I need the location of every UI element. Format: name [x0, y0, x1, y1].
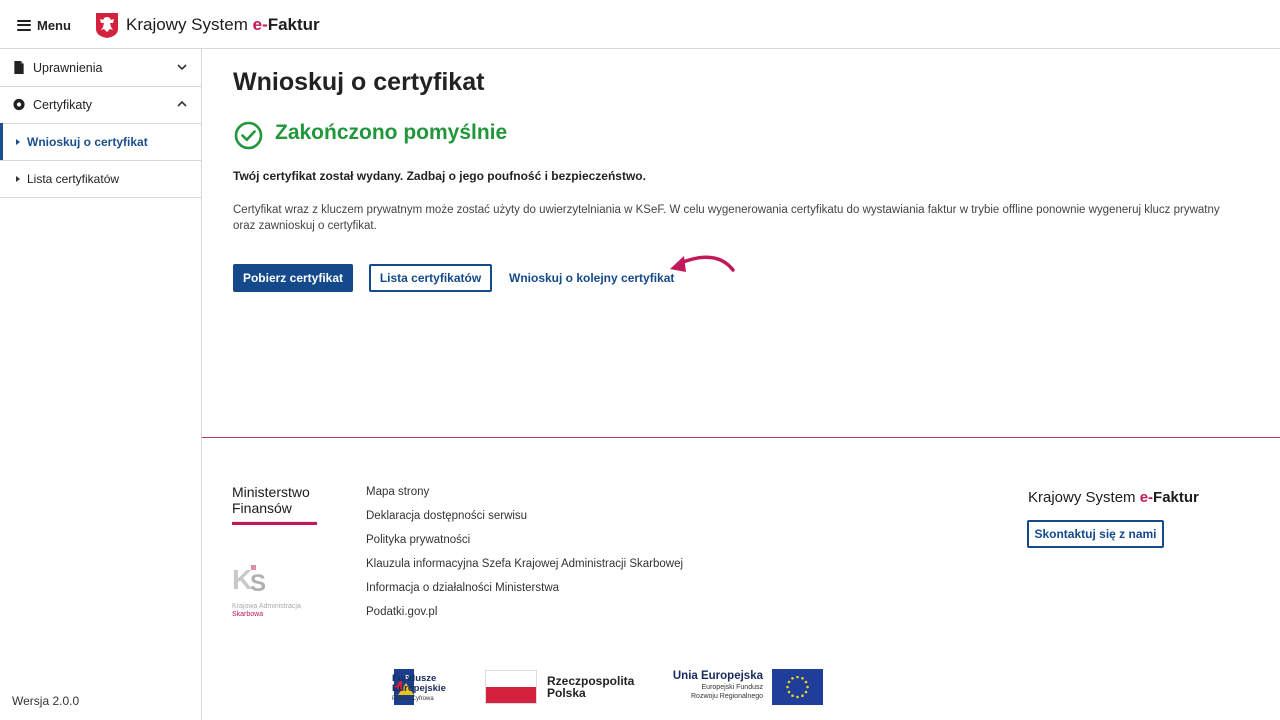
- chevron-down-icon: [177, 64, 187, 71]
- contact-button[interactable]: Skontaktuj się z nami: [1027, 520, 1164, 548]
- ministry-line: Ministerstwo: [232, 484, 310, 500]
- sidebar-item-certyfikaty[interactable]: Certyfikaty: [0, 86, 201, 123]
- success-description: Certyfikat wraz z kluczem prywatnym może…: [233, 204, 1220, 232]
- brand-e: e-: [252, 15, 268, 34]
- footer-brand: Krajowy System e-Faktur: [1028, 489, 1199, 506]
- sidebar-divider: [0, 197, 201, 198]
- kas-text: Krajowa Administracja: [232, 603, 301, 610]
- polish-eagle-icon: [96, 13, 118, 38]
- caret-right-icon: [16, 175, 20, 182]
- kas-text: Skarbowa: [232, 611, 264, 618]
- footer-link-accessibility[interactable]: Deklaracja dostępności serwisu: [366, 510, 683, 534]
- footer-links: Mapa strony Deklaracja dostępności serwi…: [366, 486, 683, 630]
- page-title: Wnioskuj o certyfikat: [233, 68, 485, 96]
- app-version: Wersja 2.0.0: [12, 694, 80, 708]
- success-lead: Twój certyfikat został wydany. Zadbaj o …: [233, 169, 646, 183]
- sidebar-subitem-label: Wnioskuj o certyfikat: [27, 134, 148, 149]
- top-bar: Menu Krajowy System e-Faktur: [0, 0, 1280, 49]
- brand-e: e-: [1139, 489, 1154, 506]
- sidebar-subitem-wnioskuj[interactable]: Wnioskuj o certyfikat: [0, 123, 201, 160]
- kas-logo[interactable]: K S Krajowa Administracja Skarbowa: [232, 562, 327, 618]
- sidebar: Uprawnienia Certyfikaty Wnioskuj o certy…: [0, 49, 202, 720]
- rp-line: Polska: [547, 686, 586, 700]
- caret-right-icon: [16, 138, 20, 145]
- polish-flag-icon: [485, 670, 537, 704]
- document-icon: [14, 61, 24, 74]
- footer-link-site-map[interactable]: Mapa strony: [366, 486, 683, 510]
- eu-sub: Europejski Fundusz: [701, 684, 763, 691]
- ministry-logo[interactable]: Ministerstwo Finansów: [232, 484, 310, 516]
- ministry-logo-underline: [232, 521, 317, 525]
- certificate-list-button[interactable]: Lista certyfikatów: [369, 264, 492, 292]
- hamburger-icon: [17, 19, 31, 31]
- eu-flag-icon: [772, 669, 823, 705]
- eu-label: Unia Europejska Europejski Fundusz Rozwo…: [660, 670, 763, 701]
- download-certificate-button[interactable]: Pobierz certyfikat: [233, 264, 353, 292]
- request-next-certificate-link[interactable]: Wnioskuj o kolejny certyfikat: [509, 271, 674, 285]
- chevron-up-icon: [177, 100, 187, 107]
- fe-line: Europejskie: [392, 683, 446, 694]
- sidebar-item-label: Uprawnienia: [33, 60, 103, 75]
- sidebar-subitem-label: Lista certyfikatów: [27, 171, 120, 186]
- eu-sub: Rozwoju Regionalnego: [691, 693, 763, 700]
- check-circle-icon: [234, 121, 263, 150]
- brand-suffix: Faktur: [267, 15, 320, 34]
- sidebar-item-uprawnienia[interactable]: Uprawnienia: [0, 49, 201, 86]
- eu-title: Unia Europejska: [672, 670, 763, 682]
- menu-label: Menu: [37, 17, 71, 33]
- success-heading: Zakończono pomyślnie: [275, 121, 508, 144]
- sidebar-item-label: Certyfikaty: [33, 97, 93, 112]
- fe-sub: Polska Cyfrowa: [392, 696, 434, 702]
- brand-suffix: Faktur: [1153, 489, 1199, 506]
- svg-text:S: S: [250, 570, 266, 594]
- kas-emblem-icon: K S: [232, 564, 266, 597]
- footer-link-information-clause[interactable]: Klauzula informacyjna Szefa Krajowej Adm…: [366, 558, 683, 582]
- brand-prefix: Krajowy System: [1028, 489, 1140, 506]
- ministry-line: Finansów: [232, 500, 292, 516]
- sidebar-subitem-lista[interactable]: Lista certyfikatów: [0, 160, 201, 197]
- brand-prefix: Krajowy System: [126, 15, 253, 34]
- menu-button[interactable]: Menu: [17, 16, 71, 34]
- rzeczpospolita-label: Rzeczpospolita Polska: [547, 675, 634, 699]
- app-brand[interactable]: Krajowy System e-Faktur: [126, 15, 320, 35]
- footer-divider: [202, 437, 1280, 438]
- european-funds-label: Fundusze Europejskie Polska Cyfrowa: [392, 674, 446, 704]
- footer-link-ministry-info[interactable]: Informacja o działalności Ministerstwa: [366, 582, 683, 606]
- certificate-icon: [13, 98, 25, 111]
- footer-link-podatki[interactable]: Podatki.gov.pl: [366, 606, 683, 630]
- annotation-arrow-icon: [670, 255, 735, 272]
- footer-link-privacy[interactable]: Polityka prywatności: [366, 534, 683, 558]
